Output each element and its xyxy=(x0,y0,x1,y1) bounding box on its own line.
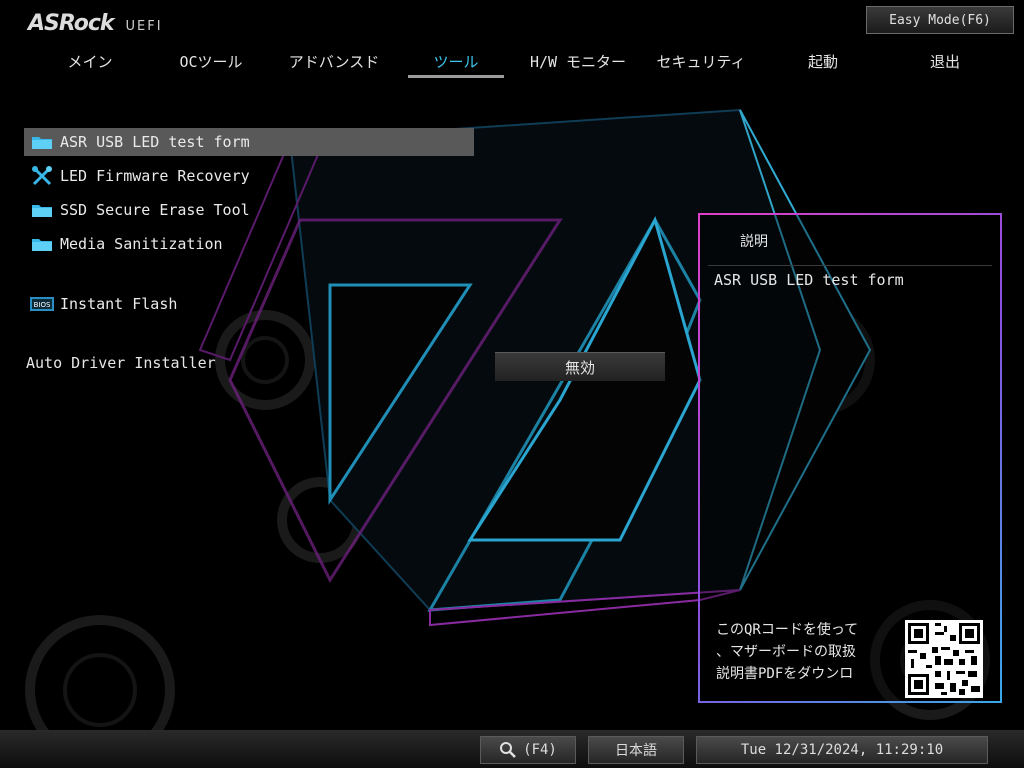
bios-icon: BIOS xyxy=(24,296,60,312)
tab-security[interactable]: セキュリティ xyxy=(640,48,762,80)
svg-text:BIOS: BIOS xyxy=(34,301,51,309)
menu-item-led-firmware-recovery[interactable]: LED Firmware Recovery xyxy=(24,162,474,190)
menu-item-label: Instant Flash xyxy=(60,295,178,313)
brand-name: ASRock xyxy=(28,11,115,36)
tab-main[interactable]: メイン xyxy=(30,48,150,80)
qr-caption-line: このQRコードを使って xyxy=(716,622,859,638)
tab-advanced[interactable]: アドバンスド xyxy=(272,48,396,80)
tools-icon xyxy=(24,166,60,186)
description-text: ASR USB LED test form xyxy=(714,271,904,289)
folder-icon xyxy=(24,134,60,150)
uefi-label: UEFI xyxy=(125,19,163,34)
search-icon xyxy=(499,741,517,759)
folder-icon xyxy=(24,236,60,252)
divider xyxy=(708,265,992,266)
menu-item-instant-flash[interactable]: BIOS Instant Flash xyxy=(24,290,474,318)
language-button[interactable]: 日本語 xyxy=(588,736,684,764)
tab-oc-tools[interactable]: OCツール xyxy=(150,48,272,80)
search-button[interactable]: (F4) xyxy=(480,736,576,764)
search-shortcut-label: (F4) xyxy=(523,742,557,758)
menu-item-media-sanitization[interactable]: Media Sanitization xyxy=(24,230,474,258)
menu-item-ssd-secure-erase[interactable]: SSD Secure Erase Tool xyxy=(24,196,474,224)
menu-item-label: LED Firmware Recovery xyxy=(60,167,250,185)
menu-item-label: ASR USB LED test form xyxy=(60,133,250,151)
tab-tools[interactable]: ツール xyxy=(408,48,504,80)
qr-caption-line: 、マザーボードの取扱 xyxy=(716,644,856,660)
qr-caption: このQRコードを使って 、マザーボードの取扱 説明書PDFをダウンロ xyxy=(716,619,892,685)
description-title: 説明 xyxy=(740,234,768,250)
easy-mode-button[interactable]: Easy Mode(F6) xyxy=(866,6,1014,34)
tab-exit[interactable]: 退出 xyxy=(884,48,1006,80)
folder-icon xyxy=(24,202,60,218)
qr-code xyxy=(905,620,983,698)
qr-caption-line: 説明書PDFをダウンロ xyxy=(716,666,854,682)
main-tabs: メイン OCツール アドバンスド ツール H/W モニター セキュリティ 起動 … xyxy=(0,48,1024,80)
auto-driver-installer-label: Auto Driver Installer xyxy=(26,354,216,372)
menu-item-label: SSD Secure Erase Tool xyxy=(60,201,250,219)
tab-boot[interactable]: 起動 xyxy=(762,48,884,80)
tab-hw-monitor[interactable]: H/W モニター xyxy=(516,48,640,80)
menu-item-label: Media Sanitization xyxy=(60,235,223,253)
description-panel: 説明 ASR USB LED test form このQRコードを使って 、マザ… xyxy=(698,213,1002,703)
asrock-logo: ASRock UEFI xyxy=(28,10,163,36)
menu-item-asr-usb-led-test[interactable]: ASR USB LED test form xyxy=(24,128,474,156)
datetime-display: Tue 12/31/2024, 11:29:10 xyxy=(696,736,988,764)
auto-driver-installer-select[interactable]: 無効 xyxy=(495,352,665,381)
